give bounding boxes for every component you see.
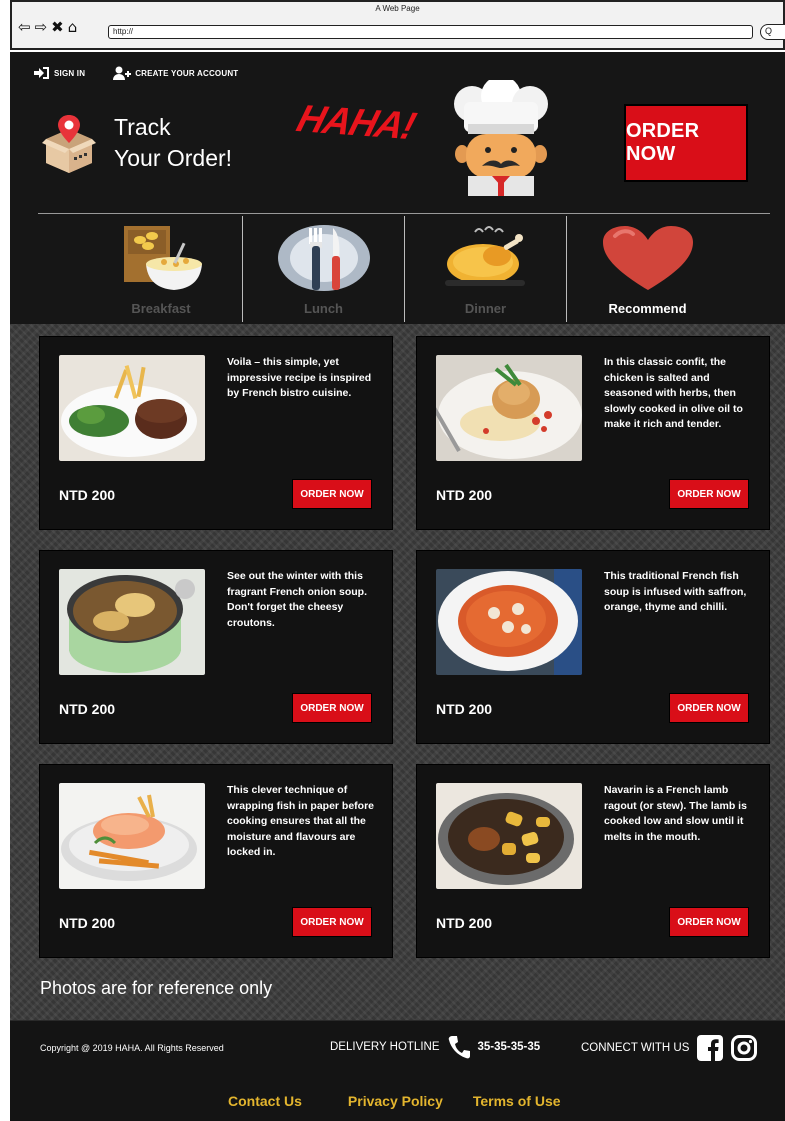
dish-description: This traditional French fish soup is inf… [604, 570, 747, 613]
order-now-button[interactable]: ORDER NOW [669, 693, 749, 723]
dish-photo-fish-soup [436, 569, 582, 675]
dish-price: NTD 200 [59, 701, 116, 717]
roast-chicken-icon [444, 226, 525, 286]
dish-photo-onion-soup [59, 569, 205, 675]
home-icon[interactable]: ⌂ [68, 18, 78, 36]
browser-search[interactable]: Q [760, 24, 785, 40]
instagram-icon[interactable] [731, 1035, 758, 1061]
dish-price: NTD 200 [436, 487, 493, 503]
heart-icon [602, 226, 693, 290]
dish-card: This clever technique of wrapping fish i… [39, 764, 393, 958]
add-user-icon [113, 66, 132, 80]
category-label: Lunch [304, 301, 343, 316]
category-nav: Breakfast Lunch Dinner Recommend [80, 216, 730, 322]
order-now-button[interactable]: ORDER NOW [292, 693, 372, 723]
dish-photo-steak [59, 355, 205, 461]
category-lunch[interactable]: Lunch [242, 216, 404, 322]
menu-grid: Voila – this simple, yet impressive reci… [10, 324, 785, 1020]
dish-photo-chicken-confit [436, 355, 582, 461]
order-now-button[interactable]: ORDER NOW [669, 479, 749, 509]
dish-photo-salmon [59, 783, 205, 889]
sign-in-icon [34, 67, 49, 79]
footer-link-privacy[interactable]: Privacy Policy [348, 1093, 443, 1109]
dish-card: Navarin is a French lamb ragout (or stew… [416, 764, 770, 958]
dish-price: NTD 200 [436, 701, 493, 717]
delivery-box-icon [42, 115, 96, 173]
facebook-icon[interactable] [697, 1035, 724, 1061]
dish-card: See out the winter with this fragrant Fr… [39, 550, 393, 744]
delivery-hotline: DELIVERY HOTLINE 35-35-35-35 [330, 1035, 540, 1059]
dish-price: NTD 200 [59, 487, 116, 503]
track-order-text: Track Your Order! [114, 114, 233, 171]
connect-label: CONNECT WITH US [581, 1042, 690, 1054]
sign-in-label: SIGN IN [54, 68, 86, 78]
browser-nav: ⇦ ⇨ ✖ ⌂ [18, 18, 77, 36]
dish-description: See out the winter with this fragrant Fr… [227, 570, 368, 629]
page: SIGN IN CREATE YOUR ACCOUNT Track Your O… [10, 52, 785, 1121]
account-links: SIGN IN CREATE YOUR ACCOUNT [34, 66, 238, 80]
footer: Copyright @ 2019 HAHA. All Rights Reserv… [10, 1020, 785, 1121]
category-label: Dinner [464, 301, 507, 316]
header: SIGN IN CREATE YOUR ACCOUNT Track Your O… [10, 52, 785, 324]
hotline-number[interactable]: 35-35-35-35 [478, 1041, 541, 1053]
window-title: A Web Page [375, 4, 420, 13]
order-now-button[interactable]: ORDER NOW [292, 907, 372, 937]
back-arrow-icon[interactable]: ⇦ [18, 18, 31, 36]
footer-links: Contact Us Privacy Policy Terms of Use [228, 1093, 561, 1109]
brand-logo[interactable]: HAHA! [292, 98, 437, 152]
track-order[interactable]: Track Your Order! [42, 112, 232, 174]
sign-in-link[interactable]: SIGN IN [34, 66, 85, 80]
dish-description: Navarin is a French lamb ragout (or stew… [604, 784, 747, 843]
dish-description: This clever technique of wrapping fish i… [227, 784, 375, 858]
category-breakfast[interactable]: Breakfast [80, 216, 242, 322]
category-label: Recommend [608, 301, 687, 316]
footer-link-contact[interactable]: Contact Us [228, 1093, 302, 1109]
dish-photo-lamb-navarin [436, 783, 582, 889]
social-links: CONNECT WITH US [581, 1035, 758, 1061]
browser-window: A Web Page ⇦ ⇨ ✖ ⌂ http:// Q [10, 0, 785, 50]
chef-mascot-icon [454, 80, 548, 196]
dish-price: NTD 200 [436, 915, 493, 931]
dish-card: In this classic confit, the chicken is s… [416, 336, 770, 530]
category-label: Breakfast [131, 301, 191, 316]
cereal-box-icon [124, 226, 202, 290]
dish-description: In this classic confit, the chicken is s… [604, 356, 743, 430]
hotline-label: DELIVERY HOTLINE [330, 1041, 440, 1053]
order-now-button[interactable]: ORDER NOW [292, 479, 372, 509]
create-account-link[interactable]: CREATE YOUR ACCOUNT [113, 66, 238, 80]
header-divider [38, 213, 770, 214]
create-account-label: CREATE YOUR ACCOUNT [135, 68, 239, 78]
dish-description: Voila – this simple, yet impressive reci… [227, 356, 372, 399]
footer-link-terms[interactable]: Terms of Use [473, 1093, 561, 1109]
order-now-button[interactable]: ORDER NOW [624, 104, 748, 182]
dish-price: NTD 200 [59, 915, 116, 931]
copyright: Copyright @ 2019 HAHA. All Rights Reserv… [40, 1043, 224, 1053]
phone-icon [448, 1036, 470, 1059]
photo-disclaimer: Photos are for reference only [40, 978, 273, 998]
category-dinner[interactable]: Dinner [404, 216, 566, 322]
plate-cutlery-icon [277, 225, 370, 291]
close-icon[interactable]: ✖ [51, 18, 64, 36]
dish-card: This traditional French fish soup is inf… [416, 550, 770, 744]
address-bar[interactable]: http:// [108, 25, 753, 39]
brand-logo-text: HAHA! [292, 97, 420, 149]
forward-arrow-icon[interactable]: ⇨ [35, 18, 48, 36]
category-recommend[interactable]: Recommend [566, 216, 728, 322]
dish-card: Voila – this simple, yet impressive reci… [39, 336, 393, 530]
order-now-button[interactable]: ORDER NOW [669, 907, 749, 937]
